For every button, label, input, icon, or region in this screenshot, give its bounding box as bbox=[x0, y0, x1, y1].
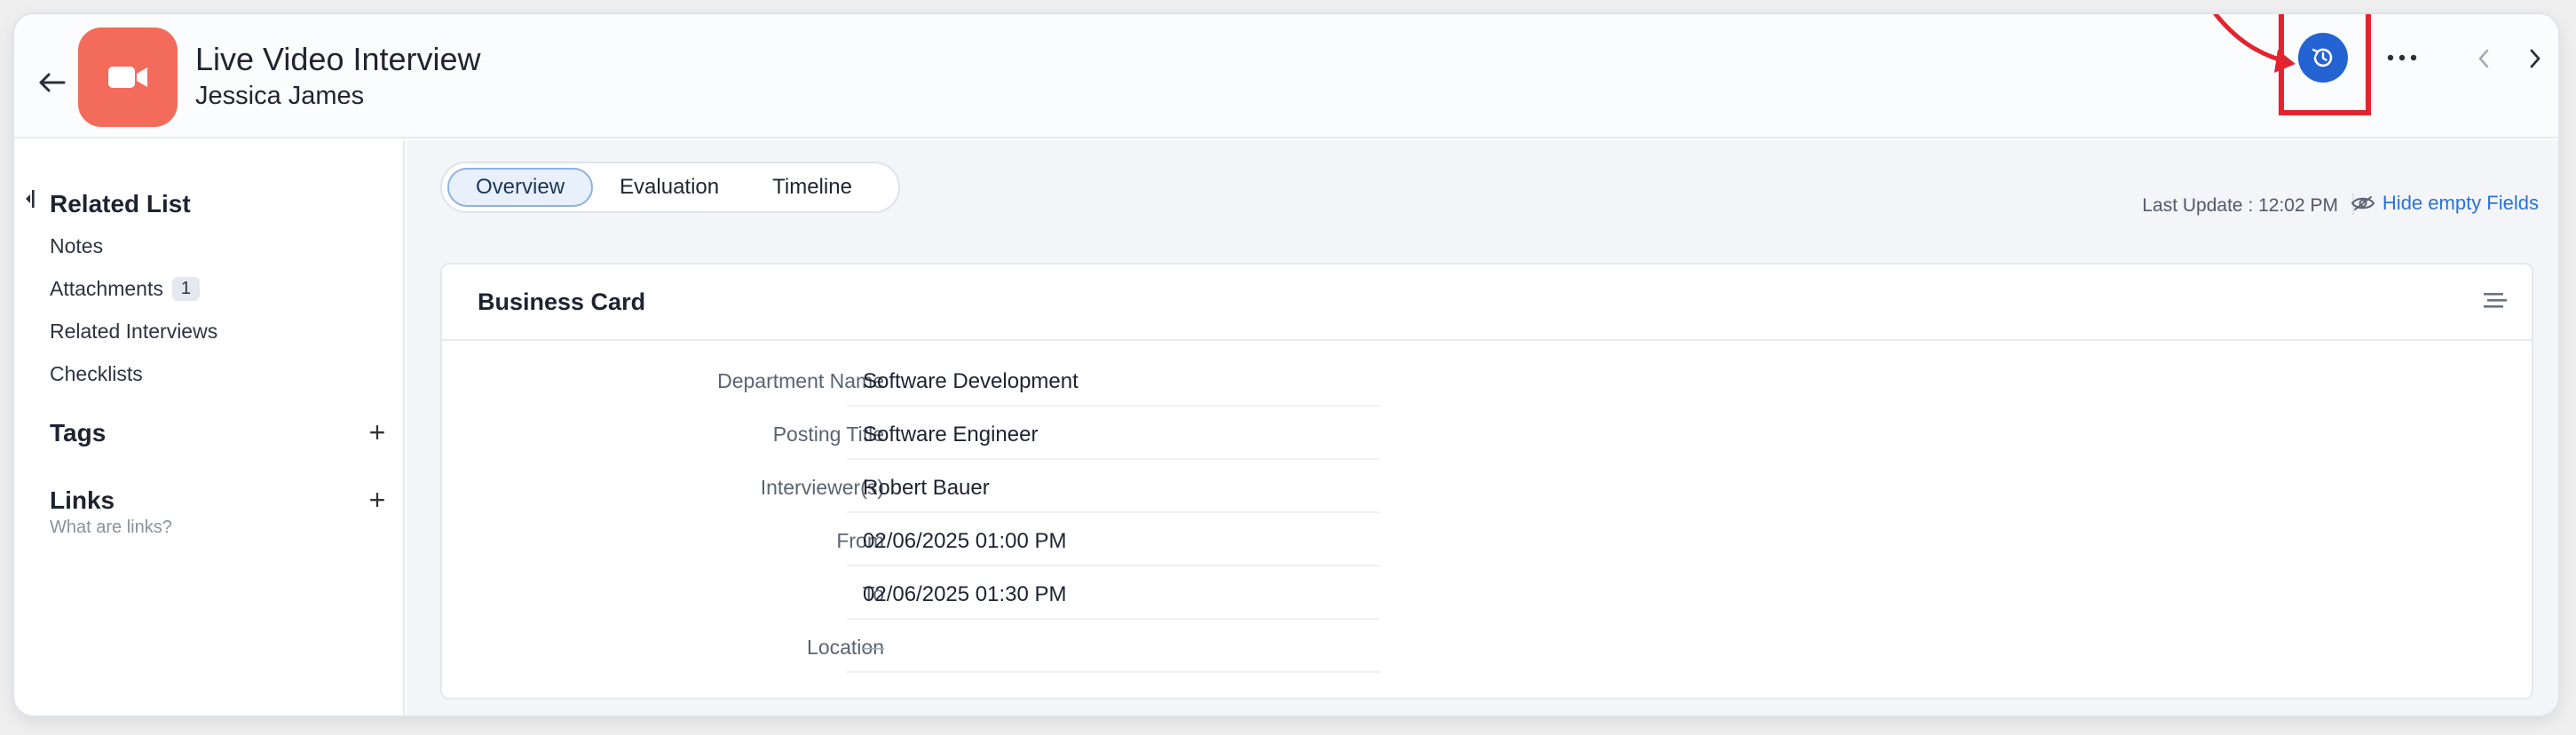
field-value[interactable]: — bbox=[847, 628, 1379, 673]
sidebar-item-label: Notes bbox=[50, 234, 104, 257]
record-subtitle: Jessica James bbox=[195, 82, 365, 110]
sidebar-item-checklists[interactable]: Checklists bbox=[50, 362, 143, 386]
related-list-sidebar: Related List Notes Attachments 1 Related… bbox=[14, 140, 405, 715]
app-window: Live Video Interview Jessica James Relat… bbox=[14, 14, 2558, 715]
field-interviewers: Interviewer(s) Robert Bauer bbox=[442, 460, 1418, 513]
sidebar-item-label: Related Interviews bbox=[50, 320, 218, 343]
field-value[interactable]: 02/06/2025 01:00 PM bbox=[847, 522, 1379, 566]
arrow-left-icon bbox=[39, 73, 66, 92]
history-button[interactable] bbox=[2298, 33, 2348, 83]
back-button[interactable] bbox=[34, 67, 69, 98]
last-update-text: Last Update : 12:02 PM bbox=[2142, 195, 2338, 216]
tags-heading: Tags bbox=[50, 419, 107, 447]
field-value[interactable]: Robert Bauer bbox=[847, 469, 1379, 513]
sidebar-item-related-interviews[interactable]: Related Interviews bbox=[50, 320, 217, 344]
field-location: Location — bbox=[442, 620, 1418, 673]
record-avatar bbox=[78, 28, 178, 127]
hide-empty-fields-label: Hide empty Fields bbox=[2382, 192, 2539, 214]
field-value[interactable]: Software Engineer bbox=[847, 415, 1379, 460]
attachments-count-badge: 1 bbox=[171, 277, 200, 301]
video-camera-icon bbox=[108, 67, 147, 88]
card-header: Business Card bbox=[442, 265, 2532, 341]
field-department-name: Department Name Software Development bbox=[442, 353, 1418, 407]
section-menu-icon[interactable] bbox=[2484, 291, 2507, 311]
record-title: Live Video Interview bbox=[195, 41, 481, 77]
field-value[interactable]: 02/06/2025 01:30 PM bbox=[847, 575, 1379, 620]
more-dots-icon bbox=[2387, 54, 2417, 61]
next-record-button[interactable] bbox=[2519, 43, 2551, 75]
eye-slash-icon bbox=[2351, 196, 2375, 210]
collapse-sidebar-icon[interactable] bbox=[23, 188, 36, 209]
field-posting-title: Posting Title Software Engineer bbox=[442, 407, 1418, 460]
sidebar-item-notes[interactable]: Notes bbox=[50, 234, 103, 258]
sidebar-item-attachments[interactable]: Attachments 1 bbox=[50, 277, 200, 301]
add-tag-button[interactable]: + bbox=[364, 418, 391, 447]
links-help-link[interactable]: What are links? bbox=[50, 518, 172, 538]
record-tabs: Overview Evaluation Timeline bbox=[440, 162, 900, 213]
related-list-heading: Related List bbox=[50, 190, 191, 217]
tab-timeline[interactable]: Timeline bbox=[746, 168, 879, 207]
sidebar-item-label: Attachments bbox=[50, 277, 163, 300]
record-main-area: Overview Evaluation Timeline Last Update… bbox=[407, 140, 2558, 715]
history-clock-icon bbox=[2311, 48, 2333, 67]
field-to: To 02/06/2025 01:30 PM bbox=[442, 566, 1418, 620]
tab-overview[interactable]: Overview bbox=[447, 168, 594, 207]
chevron-left-icon bbox=[2478, 49, 2489, 68]
field-value[interactable]: Software Development bbox=[847, 362, 1379, 407]
more-options-button[interactable] bbox=[2381, 44, 2423, 71]
card-title: Business Card bbox=[478, 288, 646, 315]
field-from: From 02/06/2025 01:00 PM bbox=[442, 513, 1418, 566]
business-card-section: Business Card Department Name Software D… bbox=[440, 263, 2533, 699]
add-link-button[interactable]: + bbox=[364, 486, 391, 514]
chevron-right-icon bbox=[2530, 49, 2540, 68]
record-header: Live Video Interview Jessica James bbox=[14, 14, 2558, 138]
previous-record-button[interactable] bbox=[2468, 43, 2500, 75]
sidebar-item-label: Checklists bbox=[50, 362, 143, 385]
hide-empty-fields-button[interactable]: Hide empty Fields bbox=[2351, 192, 2539, 215]
links-heading: Links bbox=[50, 486, 115, 514]
tab-evaluation[interactable]: Evaluation bbox=[593, 168, 746, 207]
